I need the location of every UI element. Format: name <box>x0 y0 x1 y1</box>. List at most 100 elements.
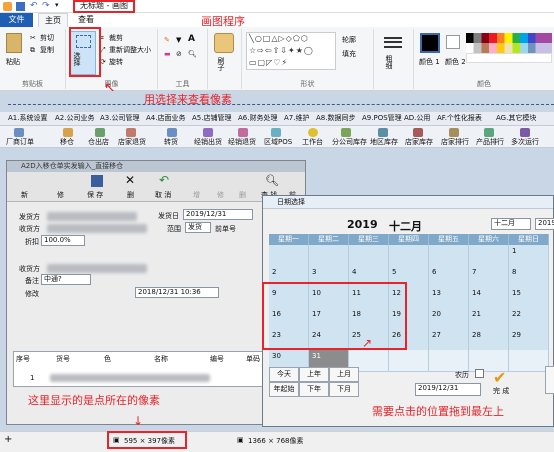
toolbar-label[interactable]: 店家库存 <box>405 137 433 147</box>
eraser-icon[interactable]: ▬ <box>164 49 171 59</box>
toolbar-label[interactable]: 经销出货 <box>194 137 222 147</box>
toolbar-label[interactable]: 移仓 <box>60 137 74 147</box>
date-value-field[interactable]: 2019/12/31 <box>415 383 481 396</box>
toolbar-label[interactable]: 厂商订单 <box>6 137 34 147</box>
return-icon[interactable] <box>126 128 136 137</box>
menu-item[interactable]: A7.维护 <box>284 113 309 123</box>
picker-icon[interactable]: ⊘ <box>176 49 182 59</box>
toolbar-label[interactable]: 仓出店 <box>88 137 109 147</box>
save-quick-icon[interactable] <box>16 2 25 11</box>
tab-view[interactable]: 查看 <box>72 13 100 27</box>
discount-field[interactable]: 100.0% <box>41 235 85 246</box>
toolbar-label[interactable]: 分公司库存 <box>332 137 367 147</box>
menu-item[interactable]: A9.POS管理 <box>362 113 402 123</box>
calendar-day[interactable]: 22 <box>509 308 549 330</box>
multi-run-icon[interactable] <box>520 128 530 137</box>
calendar-day[interactable]: 1 <box>509 245 549 267</box>
today-button[interactable]: 今天 <box>269 367 299 382</box>
branch-stock-icon[interactable] <box>341 128 351 137</box>
fill-icon[interactable]: ▼ <box>176 35 181 45</box>
tab-home[interactable]: 主页 <box>38 13 68 27</box>
toolbar-label[interactable]: 产品排行 <box>476 137 504 147</box>
shop-rank-icon[interactable] <box>449 128 459 137</box>
send-date-field[interactable]: 2019/12/31 <box>183 209 253 220</box>
next-month-button[interactable]: 下月 <box>329 382 359 397</box>
toolbar-label[interactable]: 区域POS <box>264 137 292 147</box>
month-select[interactable]: 十二月 <box>491 218 531 230</box>
menu-item[interactable]: A3.公司管理 <box>100 113 139 123</box>
dealer-return-icon[interactable] <box>238 128 248 137</box>
remark-field[interactable]: 中通? <box>41 274 91 285</box>
menu-item[interactable]: A5.店铺管理 <box>192 113 231 123</box>
save-button[interactable]: 保 存 <box>87 190 103 200</box>
redo-icon[interactable]: ↷ <box>42 1 50 11</box>
cancel-button[interactable]: 取 消 <box>155 190 171 200</box>
calendar-day[interactable]: 13 <box>429 287 469 309</box>
calendar-day[interactable]: 21 <box>469 308 509 330</box>
vendor-order-icon[interactable] <box>14 128 24 137</box>
product-rank-icon[interactable] <box>484 128 494 137</box>
copy-icon[interactable]: ⧉ <box>30 45 35 55</box>
toolbar-label[interactable]: 工作台 <box>302 137 323 147</box>
calendar-day[interactable]: 20 <box>429 308 469 330</box>
calendar-day[interactable]: 8 <box>509 266 549 288</box>
region-stock-icon[interactable] <box>378 128 388 137</box>
new-button[interactable]: 新 <box>21 190 28 200</box>
toolbar-label[interactable]: 店家退货 <box>118 137 146 147</box>
toolbar-label[interactable]: 地区库存 <box>370 137 398 147</box>
menu-item[interactable]: A1.系统设置 <box>8 113 47 123</box>
calendar-day[interactable]: 27 <box>429 329 469 351</box>
dealer-out-icon[interactable] <box>203 128 213 137</box>
move-icon[interactable] <box>63 128 73 137</box>
toolbar-label[interactable]: 转货 <box>164 137 178 147</box>
pencil-icon[interactable]: ✎ <box>164 35 170 45</box>
year-start-button[interactable]: 年起始 <box>269 382 299 397</box>
fill-button[interactable]: 填充 <box>342 49 356 59</box>
next-year-button[interactable]: 下年 <box>299 382 329 397</box>
right-edge-button[interactable] <box>545 366 554 394</box>
pos-icon[interactable] <box>271 128 281 137</box>
brush-icon[interactable] <box>214 33 234 53</box>
transfer-icon[interactable] <box>167 128 177 137</box>
find-icon[interactable]: 🔍︎ <box>265 174 279 187</box>
paste-icon[interactable] <box>6 33 22 53</box>
menu-item[interactable]: A6.财务处理 <box>238 113 277 123</box>
calendar-day[interactable]: 29 <box>509 329 549 351</box>
tab-file[interactable]: 文件 <box>0 13 33 27</box>
color2-swatch[interactable] <box>446 35 460 49</box>
save-icon[interactable] <box>91 175 103 187</box>
calendar-day[interactable]: 15 <box>509 287 549 309</box>
warehouse-icon[interactable] <box>95 128 105 137</box>
toolbar-label[interactable]: 店家排行 <box>441 137 469 147</box>
undo-green-icon[interactable]: ↶ <box>159 173 169 187</box>
copy-button[interactable]: 复制 <box>40 45 54 55</box>
add-button[interactable]: 增 <box>193 190 200 200</box>
paste-button[interactable]: 粘贴 <box>6 57 20 67</box>
color-palette[interactable] <box>466 33 552 63</box>
toolbar-label[interactable]: 经销退货 <box>228 137 256 147</box>
prev-month-button[interactable]: 上月 <box>329 367 359 382</box>
size-icon[interactable] <box>384 37 402 39</box>
calendar-day[interactable]: 7 <box>469 266 509 288</box>
lunar-checkbox[interactable] <box>475 369 484 378</box>
brush-label[interactable]: 刷子 <box>216 57 226 71</box>
resize-button[interactable]: 重新调整大小 <box>109 45 151 55</box>
undo-icon[interactable]: ↶ <box>30 1 38 11</box>
cut-button[interactable]: 剪切 <box>40 33 54 43</box>
range-field[interactable]: 发货 <box>185 222 211 233</box>
shop-stock-icon[interactable] <box>413 128 423 137</box>
delete-button[interactable]: 删 <box>127 190 134 200</box>
calendar-day[interactable]: 6 <box>429 266 469 288</box>
menu-item[interactable]: AD.公用 <box>404 113 430 123</box>
size-label[interactable]: 粗细 <box>384 55 394 69</box>
calendar-day[interactable]: 28 <box>469 329 509 351</box>
cut-icon[interactable]: ✂ <box>30 33 36 43</box>
menu-item[interactable]: A4.店面业务 <box>146 113 185 123</box>
menu-item[interactable]: A2.公司业务 <box>55 113 94 123</box>
quick-access-dropdown-icon[interactable]: ▾ <box>55 1 59 9</box>
crop-button[interactable]: 裁剪 <box>109 33 123 43</box>
edit-button[interactable]: 修 <box>57 190 64 200</box>
remove-button[interactable]: 删 <box>239 190 246 200</box>
outline-button[interactable]: 轮廓 <box>342 35 356 45</box>
shapes-gallery[interactable]: ╲○□△▷◇⬠⬡ ☆⇨⇦⇧⇩✦★◯ ▭▢◸♡⚡ <box>246 32 336 70</box>
